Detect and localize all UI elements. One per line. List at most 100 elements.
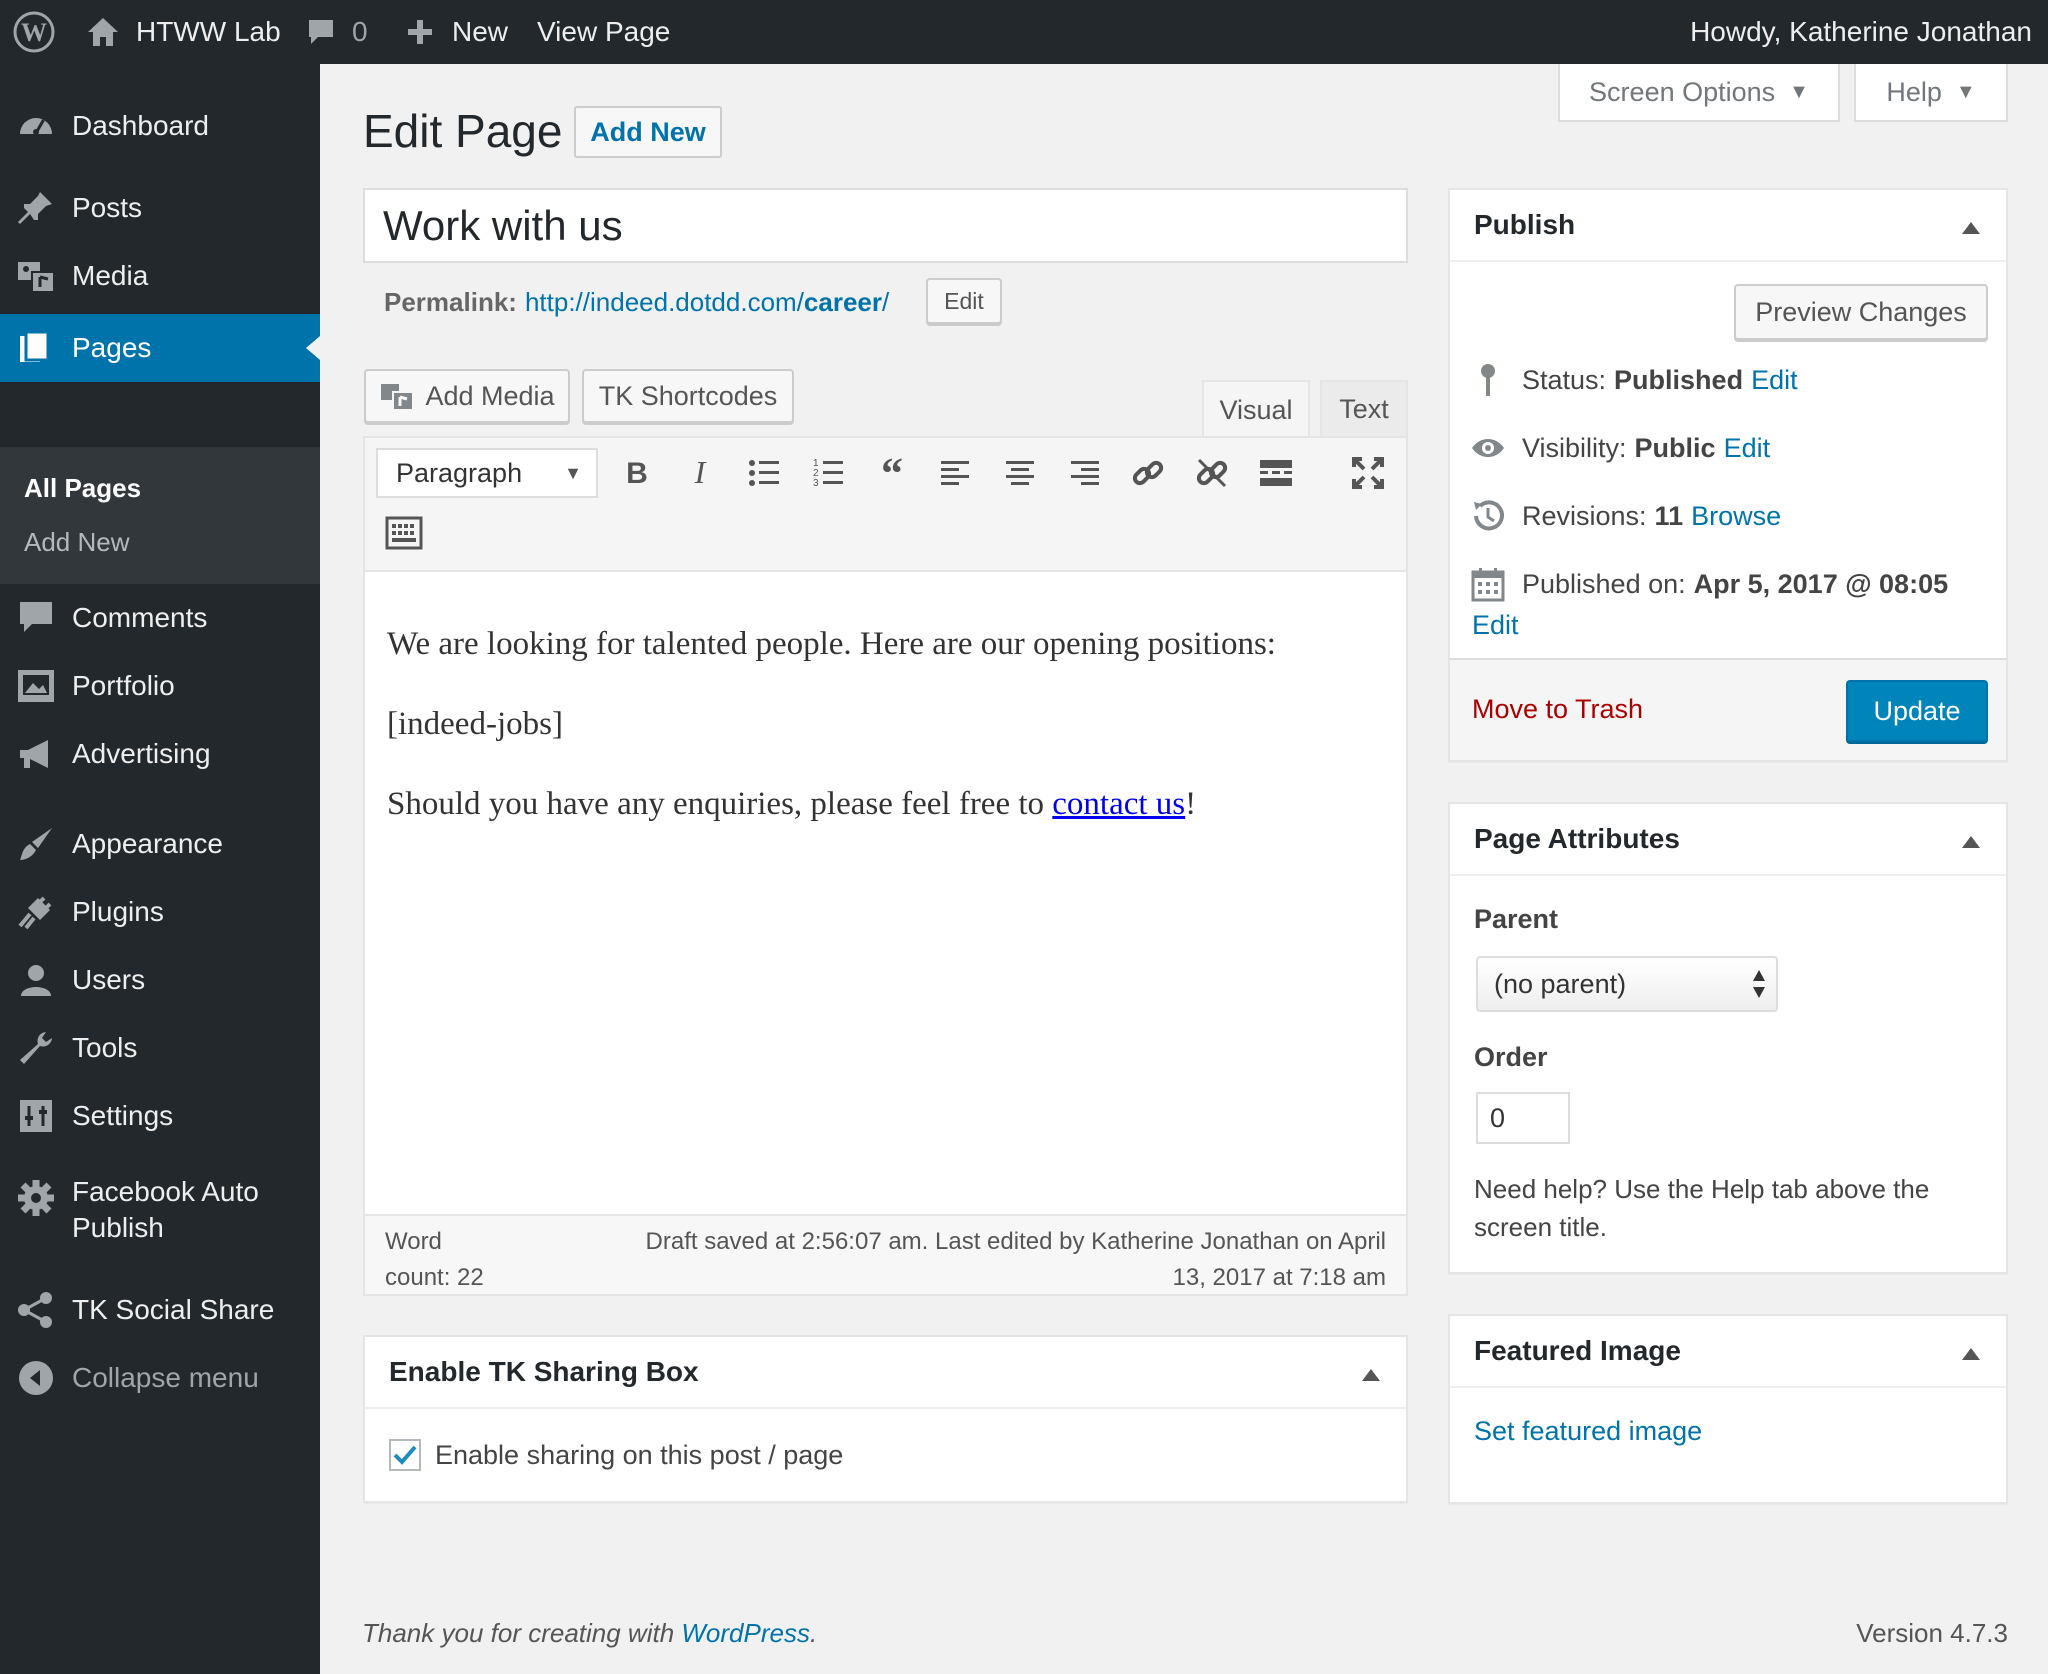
post-title-input[interactable]: Work with us <box>363 188 1408 263</box>
menu-tk-social-share[interactable]: TK Social Share <box>0 1282 320 1338</box>
permalink-end: / <box>882 286 890 317</box>
comments-count: 0 <box>352 16 368 47</box>
footer-version: Version 4.7.3 <box>1856 1618 2008 1648</box>
help-button[interactable]: Help ▼ <box>1854 64 2008 122</box>
menu-facebook-label-2: Publish <box>72 1212 164 1243</box>
permalink-url[interactable]: http://indeed.dotdd.com/career/ <box>525 287 889 318</box>
order-input[interactable]: 0 <box>1476 1092 1570 1144</box>
featured-image-header[interactable]: Featured Image <box>1450 1316 2006 1388</box>
menu-advertising[interactable]: Advertising <box>0 726 320 782</box>
page-attributes-title: Page Attributes <box>1474 823 1680 854</box>
permalink-edit-button[interactable]: Edit <box>926 278 1002 324</box>
status-label: Status: <box>1522 364 1607 395</box>
attributes-help-text: Need help? Use the Help tab above the scr… <box>1474 1170 1929 1246</box>
submenu-add-new[interactable]: Add New <box>24 527 130 558</box>
bold-icon[interactable]: B <box>617 448 657 498</box>
menu-dashboard[interactable]: Dashboard <box>0 98 320 154</box>
comments-link[interactable]: 0 <box>306 0 368 64</box>
menu-settings[interactable]: Settings <box>0 1088 320 1144</box>
set-featured-image-link[interactable]: Set featured image <box>1474 1416 1702 1447</box>
publish-actions: Move to Trash Update <box>1450 658 2006 760</box>
fullscreen-icon[interactable] <box>1348 448 1388 498</box>
tab-text[interactable]: Text <box>1320 380 1408 436</box>
blockquote-icon[interactable]: “ <box>872 448 912 498</box>
screen-options-label: Screen Options <box>1589 76 1776 107</box>
published-on-edit-link[interactable]: Edit <box>1472 610 1519 641</box>
menu-portfolio[interactable]: Portfolio <box>0 658 320 714</box>
pages-submenu: All Pages Add New <box>0 447 320 584</box>
wordpress-link[interactable]: WordPress <box>681 1618 810 1648</box>
align-right-icon[interactable] <box>1064 448 1104 498</box>
add-media-button[interactable]: Add Media <box>364 369 570 423</box>
pin-icon <box>16 188 56 228</box>
move-to-trash-link[interactable]: Move to Trash <box>1472 694 1643 725</box>
new-content-link[interactable]: New <box>406 0 508 64</box>
content-paragraph-2: [indeed-jobs] <box>387 706 563 742</box>
revisions-browse-link[interactable]: Browse <box>1691 501 1781 532</box>
view-page-link[interactable]: View Page <box>537 0 670 64</box>
menu-posts[interactable]: Posts <box>0 180 320 236</box>
unlink-icon[interactable] <box>1192 448 1232 498</box>
collapse-menu-button[interactable]: Collapse menu <box>0 1350 320 1406</box>
wordpress-logo-icon[interactable]: W <box>12 0 56 64</box>
align-left-icon[interactable] <box>936 448 976 498</box>
page-title: Edit Page <box>363 105 563 157</box>
word-count-line-1: Word <box>385 1228 442 1255</box>
contact-us-link[interactable]: contact us <box>1052 786 1185 822</box>
visibility-edit-link[interactable]: Edit <box>1724 433 1771 464</box>
howdy-user[interactable]: Howdy, Katherine Jonathan <box>1690 0 2032 64</box>
page-attributes-header[interactable]: Page Attributes <box>1450 804 2006 876</box>
publish-box-header[interactable]: Publish <box>1450 190 2006 262</box>
update-button[interactable]: Update <box>1846 680 1988 742</box>
settings-icon <box>16 1096 56 1136</box>
draft-status-line-2: 13, 2017 at 7:18 am <box>1172 1264 1387 1291</box>
bullet-list-icon[interactable] <box>744 448 784 498</box>
parent-select[interactable]: (no parent) <box>1476 956 1778 1012</box>
status-edit-link[interactable]: Edit <box>1751 365 1798 396</box>
revisions-label: Revisions: <box>1522 500 1647 531</box>
menu-plugins[interactable]: Plugins <box>0 884 320 940</box>
collapse-toggle-icon[interactable] <box>1962 1348 1980 1360</box>
portfolio-icon <box>16 666 56 706</box>
editor-content[interactable]: We are looking for talented people. Here… <box>365 572 1406 1150</box>
collapse-toggle-icon[interactable] <box>1962 222 1980 234</box>
menu-pages[interactable]: Pages <box>0 314 320 382</box>
align-center-icon[interactable] <box>1000 448 1040 498</box>
menu-media[interactable]: Media <box>0 248 320 304</box>
menu-facebook-auto-publish[interactable]: Facebook Auto Publish <box>0 1172 320 1252</box>
enable-sharing-checkbox[interactable] <box>389 1439 421 1471</box>
user-icon <box>16 960 56 1000</box>
format-select[interactable]: Paragraph ▼ <box>376 448 598 498</box>
format-select-value: Paragraph <box>396 457 523 488</box>
select-arrows-icon <box>1752 968 1766 1000</box>
numbered-list-icon[interactable]: 123 <box>808 448 848 498</box>
published-on-value: Apr 5, 2017 @ 08:05 <box>1693 568 1949 599</box>
site-name-link[interactable]: HTWW Lab <box>86 0 281 64</box>
toolbar-toggle-icon[interactable] <box>384 508 424 558</box>
content-paragraph-3: Should you have any enquiries, please fe… <box>387 786 1196 823</box>
menu-comments[interactable]: Comments <box>0 590 320 646</box>
add-new-page-button[interactable]: Add New <box>574 106 722 158</box>
tab-visual[interactable]: Visual <box>1202 380 1310 438</box>
paragraph-3-end: ! <box>1185 786 1197 822</box>
collapse-toggle-icon[interactable] <box>1962 836 1980 848</box>
preview-changes-button[interactable]: Preview Changes <box>1734 284 1988 340</box>
content-paragraph-1: We are looking for talented people. Here… <box>387 626 1276 662</box>
menu-tools[interactable]: Tools <box>0 1020 320 1076</box>
italic-icon[interactable]: I <box>680 448 720 498</box>
home-icon <box>86 16 120 48</box>
read-more-icon[interactable] <box>1256 448 1296 498</box>
menu-users[interactable]: Users <box>0 952 320 1008</box>
sharing-box-header[interactable]: Enable TK Sharing Box <box>365 1337 1406 1409</box>
link-icon[interactable] <box>1128 448 1168 498</box>
enable-sharing-label: Enable sharing on this post / page <box>435 1439 844 1470</box>
published-on-label: Published on: <box>1522 568 1686 599</box>
submenu-all-pages[interactable]: All Pages <box>24 473 141 504</box>
menu-appearance[interactable]: Appearance <box>0 816 320 872</box>
menu-pages-label: Pages <box>72 332 152 363</box>
svg-text:I: I <box>694 458 707 488</box>
plugin-icon <box>16 892 56 932</box>
screen-options-button[interactable]: Screen Options ▼ <box>1558 64 1840 122</box>
collapse-toggle-icon[interactable] <box>1362 1369 1380 1381</box>
tk-shortcodes-button[interactable]: TK Shortcodes <box>582 369 794 423</box>
